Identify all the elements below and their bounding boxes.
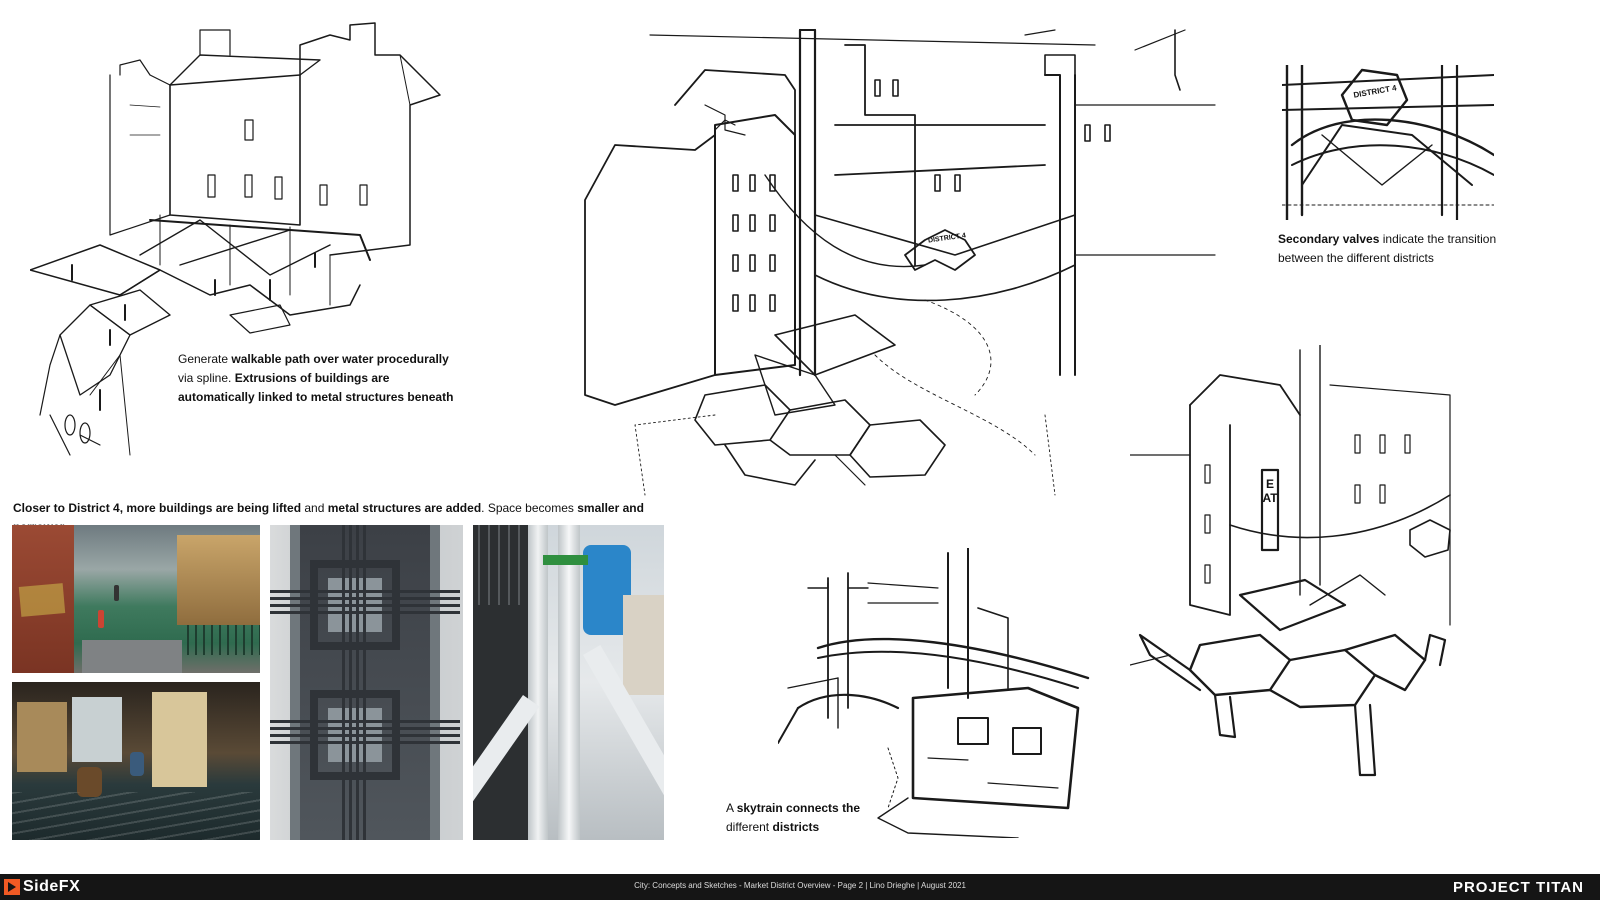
sketch-skytrain [778,548,1100,838]
sketch-hex-platform: EAT [1130,345,1455,790]
photo-flooded-shop [12,682,260,840]
photo-industrial-pipes [473,525,664,840]
eat-sign: EAT [1262,477,1278,505]
photo-metal-grille [270,525,463,840]
caption-walkway: Generate walkable path over water proced… [178,352,454,404]
footer-bar: SideFX City: Concepts and Sketches - Mar… [0,874,1600,900]
sketch-valve-sign: DISTRICT 4 [1282,65,1494,220]
project-title: PROJECT TITAN [1452,879,1584,896]
photo-flooded-canal [12,525,260,673]
caption-valves: Secondary valves indicate the transition… [1278,232,1497,265]
caption-skytrain: A skytrain connects the different distri… [726,801,861,834]
footer-credits: City: Concepts and Sketches - Market Dis… [634,881,966,890]
